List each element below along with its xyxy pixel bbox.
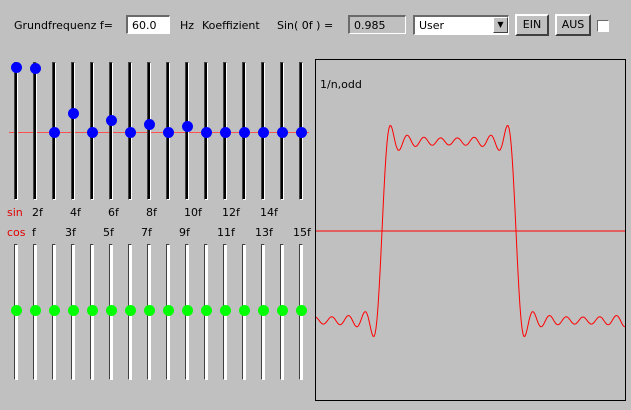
preset-value: User (419, 19, 445, 32)
sin-slider-knob[interactable] (87, 127, 98, 138)
sin-slider-knob[interactable] (182, 120, 193, 132)
cos-harmonic-label: 13f (255, 226, 273, 239)
sin-slider-knob[interactable] (144, 118, 155, 130)
coefficient-field: 0.985 (348, 15, 406, 34)
cos-slider-knob[interactable] (220, 305, 231, 316)
cos-harmonic-label: 5f (103, 226, 114, 239)
sin-harmonic-label: 10f (184, 206, 202, 219)
sin-slider-knob[interactable] (49, 127, 60, 138)
cos-harmonic-label: 7f (141, 226, 152, 239)
unit-label: Hz (180, 19, 195, 32)
cos-row-label: cos (7, 226, 26, 239)
preset-select[interactable]: User ▼ (413, 15, 509, 35)
frequency-value: 60.0 (132, 19, 157, 32)
cos-slider-knob[interactable] (11, 305, 22, 316)
cos-harmonic-label: 15f (293, 226, 311, 239)
cos-slider-knob[interactable] (239, 305, 250, 316)
cos-harmonic-label: 9f (179, 226, 190, 239)
frequency-input[interactable]: 60.0 (126, 15, 170, 34)
cos-slider-knob[interactable] (163, 305, 174, 316)
sin-coefficient-label: Sin( 0f ) = (277, 19, 334, 32)
sin-slider-knob[interactable] (125, 127, 136, 138)
sin-slider-knob[interactable] (258, 127, 269, 138)
sin-slider-track[interactable] (109, 62, 113, 200)
cos-harmonic-label: 3f (65, 226, 76, 239)
waveform-plot: 1/n,odd (315, 59, 626, 401)
sin-slider-knob[interactable] (201, 127, 212, 138)
coefficient-value: 0.985 (354, 19, 386, 32)
sin-slider-knob[interactable] (11, 62, 22, 73)
sin-harmonic-label: 8f (146, 206, 157, 219)
cos-slider-knob[interactable] (106, 305, 117, 316)
frequency-label: Grundfrequenz f= (14, 19, 113, 32)
sin-slider-knob[interactable] (296, 127, 307, 138)
sin-slider-knob[interactable] (30, 62, 41, 74)
aus-button[interactable]: AUS (555, 14, 591, 36)
sin-slider-track[interactable] (147, 62, 151, 200)
sin-slider-knob[interactable] (220, 127, 231, 138)
coefficient-label: Koeffizient (202, 19, 260, 32)
waveform-svg (316, 124, 625, 338)
sin-slider-knob[interactable] (239, 127, 250, 138)
cos-slider-knob[interactable] (201, 305, 212, 316)
sin-slider-track[interactable] (33, 62, 37, 200)
sin-row-label: sin (7, 206, 23, 219)
cos-slider-knob[interactable] (87, 305, 98, 316)
cos-slider-knob[interactable] (144, 305, 155, 316)
sin-harmonic-label: 2f (32, 206, 43, 219)
sin-slider-knob[interactable] (68, 107, 79, 119)
cos-slider-knob[interactable] (182, 305, 193, 316)
sin-slider-track[interactable] (71, 62, 75, 200)
cos-slider-knob[interactable] (68, 305, 79, 316)
sin-slider-knob[interactable] (163, 127, 174, 138)
cos-harmonic-label: f (32, 226, 36, 239)
cos-slider-knob[interactable] (296, 305, 307, 316)
chevron-down-icon[interactable]: ▼ (493, 17, 508, 33)
cos-slider-knob[interactable] (258, 305, 269, 316)
sin-slider-knob[interactable] (106, 115, 117, 127)
toggle-checkbox[interactable] (597, 20, 609, 32)
sin-slider-knob[interactable] (277, 127, 288, 138)
sin-harmonic-label: 12f (222, 206, 240, 219)
sin-harmonic-label: 4f (70, 206, 81, 219)
cos-slider-knob[interactable] (49, 305, 60, 316)
sin-harmonic-label: 14f (260, 206, 278, 219)
sin-harmonic-label: 6f (108, 206, 119, 219)
ein-button[interactable]: EIN (515, 14, 549, 36)
sin-slider-track[interactable] (14, 62, 18, 200)
cos-slider-knob[interactable] (125, 305, 136, 316)
cos-harmonic-label: 11f (217, 226, 235, 239)
cos-slider-knob[interactable] (30, 305, 41, 316)
cos-slider-knob[interactable] (277, 305, 288, 316)
